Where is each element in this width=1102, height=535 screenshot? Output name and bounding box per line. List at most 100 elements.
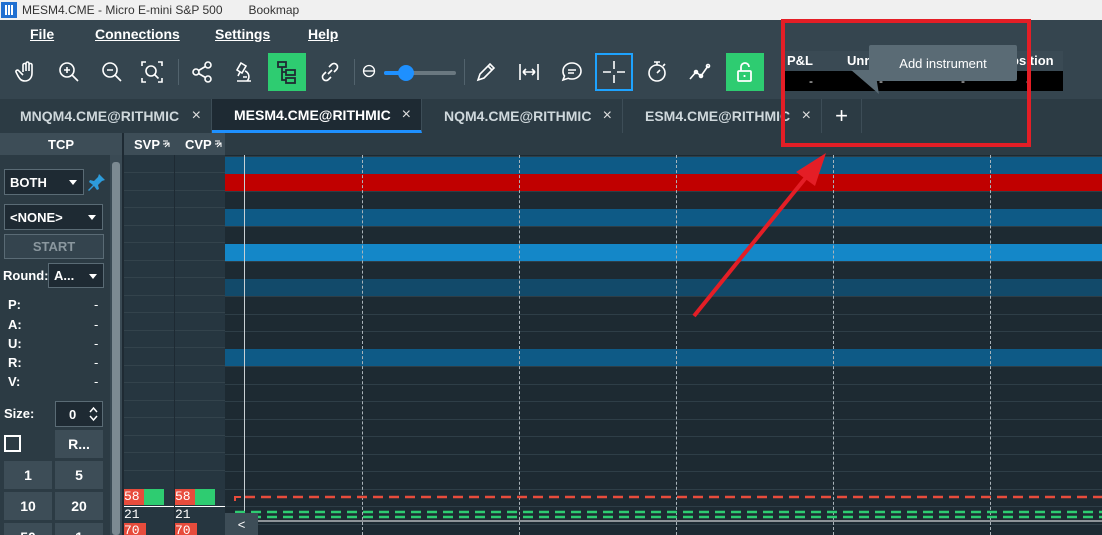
pencil-icon[interactable]: [467, 53, 505, 91]
cvp-label: CVP: [185, 136, 212, 152]
price-grid-line: [225, 261, 1102, 262]
add-instrument-button[interactable]: +: [822, 99, 862, 133]
stat-label-a: A:: [8, 317, 22, 332]
mode-dropdown[interactable]: BOTH: [4, 169, 84, 195]
measure-icon[interactable]: [510, 53, 548, 91]
profile-grid-line: [124, 400, 174, 401]
add-instrument-tooltip: Add instrument: [869, 45, 1017, 81]
stepper-arrows-icon[interactable]: [89, 406, 98, 422]
tab-close-icon[interactable]: ×: [192, 107, 201, 125]
hand-pan-icon[interactable]: [8, 53, 46, 91]
settings-small-icon[interactable]: [214, 139, 224, 149]
zoom-fit-icon[interactable]: [133, 53, 171, 91]
tab-mnqm4[interactable]: MNQM4.CME@RITHMIC ×: [0, 99, 212, 133]
tab-close-icon[interactable]: ×: [402, 106, 411, 124]
size-value: 0: [69, 407, 77, 422]
share-icon[interactable]: [183, 53, 221, 91]
quantity-button-10[interactable]: 10: [4, 492, 52, 520]
tab-close-icon[interactable]: ×: [802, 107, 811, 125]
microscope-icon[interactable]: [225, 53, 263, 91]
mode-dropdown-value: BOTH: [10, 174, 47, 190]
tab-mesm4[interactable]: MESM4.CME@RITHMIC ×: [212, 99, 422, 133]
round-dropdown-value: A...: [54, 268, 75, 283]
profile-grid-line: [175, 190, 225, 191]
stat-label-v: V:: [8, 374, 21, 389]
round-dropdown[interactable]: A...: [48, 263, 104, 288]
profile-grid-line: [124, 470, 174, 471]
menu-file[interactable]: File: [30, 26, 54, 42]
quantity-button-extra[interactable]: 1: [55, 523, 103, 535]
profile-grid-line: [124, 312, 174, 313]
time-grid-line: [519, 155, 520, 535]
time-grid-line: [833, 155, 834, 535]
price-grid-line: [225, 331, 1102, 332]
price-grid-line: [225, 436, 1102, 437]
price-grid-line: [225, 454, 1102, 455]
price-grid-line: [225, 366, 1102, 367]
stat-value-v: -: [94, 374, 99, 389]
tab-esm4[interactable]: ESM4.CME@RITHMIC ×: [623, 99, 822, 133]
settings-small-icon[interactable]: [162, 139, 172, 149]
profile-grid-line: [175, 207, 225, 208]
quantity-button-20[interactable]: 20: [55, 492, 103, 520]
menu-settings[interactable]: Settings: [215, 26, 270, 42]
time-grid-line: [676, 155, 677, 535]
trend-line-icon[interactable]: [681, 53, 719, 91]
round-label: Round:: [3, 268, 49, 283]
profile-grid-line: [175, 172, 225, 173]
strategy-dropdown[interactable]: <NONE>: [4, 204, 103, 230]
tab-nqm4[interactable]: NQM4.CME@RITHMIC ×: [422, 99, 623, 133]
pnl-col-unrealized: Unr: [847, 53, 870, 68]
profile-grid-line: [124, 277, 174, 278]
cvp-header[interactable]: CVP: [175, 133, 225, 155]
svp-header[interactable]: SVP: [124, 133, 175, 155]
profile-grid-line: [175, 400, 225, 401]
stopwatch-icon[interactable]: [638, 53, 676, 91]
reset-button[interactable]: R...: [55, 430, 103, 458]
pin-icon[interactable]: [88, 173, 106, 191]
menu-help[interactable]: Help: [308, 26, 338, 42]
start-button[interactable]: START: [4, 234, 104, 259]
chat-icon[interactable]: [553, 53, 591, 91]
link-icon[interactable]: [311, 53, 349, 91]
quantity-button-5[interactable]: 5: [55, 461, 103, 489]
cvp-volume-cell: 70: [175, 523, 197, 535]
bid-liquidity-band: [225, 244, 1102, 261]
profile-grid-line: [124, 225, 174, 226]
cvp-volume-cell: 21: [175, 506, 225, 522]
profile-grid-line: [175, 417, 225, 418]
panel-scrollbar-thumb[interactable]: [112, 162, 120, 535]
quantity-button-50[interactable]: 50: [4, 523, 52, 535]
menu-connections[interactable]: Connections: [95, 26, 180, 42]
stat-label-p: P:: [8, 297, 21, 312]
heatmap-chart[interactable]: <: [225, 133, 1102, 535]
profile-grid-line: [175, 242, 225, 243]
tab-close-icon[interactable]: ×: [603, 107, 612, 125]
option-checkbox[interactable]: [4, 435, 21, 452]
price-grid-line: [225, 314, 1102, 315]
price-grid-line: [225, 296, 1102, 297]
price-grid-line: [225, 226, 1102, 227]
profile-grid-line: [175, 452, 225, 453]
cvp-volume-cell: 58: [175, 489, 195, 505]
zoom-out-icon[interactable]: [93, 53, 131, 91]
profile-grid-line: [124, 435, 174, 436]
scroll-left-button[interactable]: <: [225, 513, 258, 535]
profile-grid-line: [124, 172, 174, 173]
stat-value-r: -: [94, 355, 99, 370]
profile-grid-line: [124, 190, 174, 191]
lock-open-icon[interactable]: [726, 53, 764, 91]
tab-label: MNQM4.CME@RITHMIC: [20, 108, 180, 124]
opacity-slider-thumb[interactable]: [397, 65, 414, 81]
tree-layout-icon[interactable]: [268, 53, 306, 91]
bid-liquidity-band: [225, 349, 1102, 366]
price-grid-line: [225, 191, 1102, 192]
profile-grid-line: [175, 277, 225, 278]
size-label: Size:: [4, 406, 35, 421]
profile-grid-line: [175, 382, 225, 383]
size-stepper[interactable]: 0: [55, 401, 103, 427]
toolbar-separator: [464, 59, 465, 85]
zoom-in-icon[interactable]: [50, 53, 88, 91]
crosshair-icon[interactable]: [595, 53, 633, 91]
quantity-button-1[interactable]: 1: [4, 461, 52, 489]
